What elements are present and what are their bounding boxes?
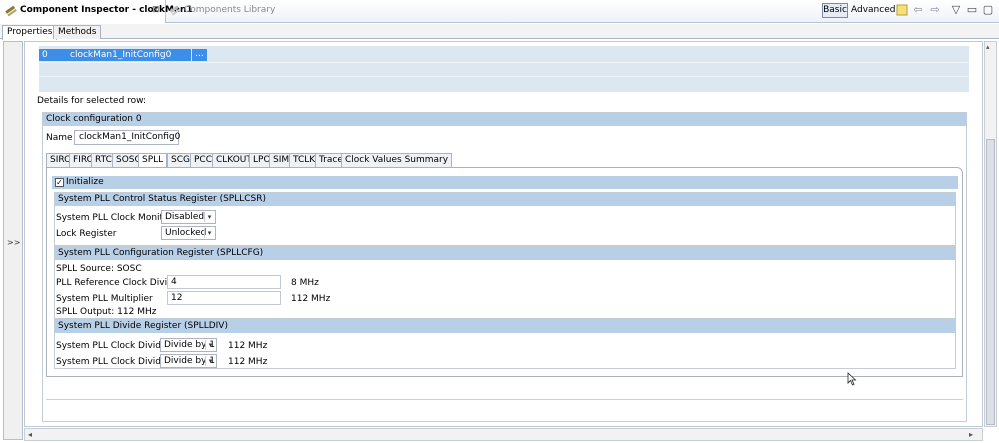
scroll-left-icon[interactable]: ◂ [28, 429, 32, 440]
ref-divider-label: PLL Reference Clock Divider [56, 278, 183, 288]
details-label: Details for selected row: [37, 96, 147, 106]
tab-spll[interactable]: SPLL [138, 153, 168, 168]
table-row[interactable]: 0 clockMan1_InitConfig0 [39, 49, 191, 61]
tab-clock-values-summary[interactable]: Clock Values Summary [341, 153, 453, 167]
expand-panel-icon[interactable]: >> [7, 238, 20, 247]
basic-button[interactable]: Basic [822, 3, 848, 18]
mouse-cursor-icon [847, 372, 857, 386]
spll-source-text: SPLL Source: SOSC [56, 264, 142, 274]
tab-properties[interactable]: Properties [2, 25, 58, 40]
spllcfg-title: System PLL Configuration Register (SPLLC… [55, 247, 955, 260]
minimize-icon[interactable]: ▭ [966, 4, 978, 16]
ref-divider-input[interactable]: 4 [167, 275, 281, 289]
clock-monitor-label: System PLL Clock Monitor [56, 213, 173, 223]
panel-divider [46, 399, 963, 400]
maximize-icon[interactable]: ▢ [982, 4, 994, 16]
spllcsr-group: System PLL Control Status Register (SPLL… [54, 192, 956, 246]
scroll-right-icon[interactable]: ▸ [969, 429, 973, 440]
spllcfg-group: System PLL Configuration Register (SPLLC… [54, 246, 956, 319]
chevron-down-icon: ▾ [204, 212, 214, 222]
chevron-down-icon: ▾ [204, 228, 214, 238]
component-inspector-tab[interactable]: Component Inspector - clockMan1 ⊠ [0, 0, 193, 23]
chevron-down-icon: ▾ [205, 340, 215, 350]
clock-divide-2-select[interactable]: Divide by 1 ▾ [160, 354, 217, 368]
clock-divide-1-frequency: 112 MHz [228, 341, 268, 351]
horizontal-scrollbar[interactable]: ◂ ▸ [24, 428, 983, 441]
row-name: clockMan1_InitConfig0 [70, 50, 172, 60]
library-tab-label: Components Library [184, 5, 276, 15]
spll-output-text: SPLL Output: 112 MHz [56, 307, 157, 317]
new-note-icon[interactable] [896, 4, 908, 16]
forward-icon[interactable]: ⇨ [929, 4, 941, 16]
clock-config-group: Clock configuration 0 Name clockMan1_Ini… [42, 112, 967, 422]
initialize-label: Initialize [66, 177, 104, 187]
clock-divide-2-frequency: 112 MHz [228, 357, 268, 367]
vertical-scrollbar[interactable]: ▴ [984, 41, 997, 427]
clock-monitor-value: Disabled [165, 212, 205, 222]
scrollbar-thumb[interactable] [986, 139, 995, 425]
clock-divide-1-select[interactable]: Divide by 1 ▾ [160, 338, 217, 352]
chevron-down-icon: ▾ [205, 356, 215, 366]
splldiv-group: System PLL Divide Register (SPLLDIV) Sys… [54, 319, 956, 369]
clock-monitor-select[interactable]: Disabled ▾ [161, 210, 216, 224]
row-edit-button[interactable]: ... [192, 49, 207, 61]
spllcsr-title: System PLL Control Status Register (SPLL… [55, 193, 955, 206]
table-row-divider [39, 76, 969, 77]
lock-register-select[interactable]: Unlocked ▾ [161, 226, 216, 240]
back-icon[interactable]: ⇦ [912, 4, 924, 16]
properties-content: 0 clockMan1_InitConfig0 ... Details for … [24, 41, 983, 427]
library-icon [170, 5, 181, 16]
multiplier-label: System PLL Multiplier [56, 294, 153, 304]
view-header: Component Inspector - clockMan1 ⊠ Compon… [0, 0, 999, 23]
spll-tab-panel: ✓ Initialize System PLL Control Status R… [46, 167, 963, 377]
ref-divider-frequency: 8 MHz [291, 278, 319, 288]
multiplier-frequency: 112 MHz [291, 294, 331, 304]
group-title: Clock configuration 0 [43, 113, 966, 126]
clock-divide-2-label: System PLL Clock Divide 2 [56, 357, 176, 367]
row-index: 0 [42, 50, 48, 60]
initialize-bar: ✓ Initialize [52, 176, 958, 189]
collapsed-side-panel[interactable]: >> [3, 41, 23, 440]
multiplier-input[interactable]: 12 [167, 291, 281, 305]
table-row-divider [39, 62, 969, 63]
name-label: Name [46, 133, 73, 143]
components-library-tab[interactable]: Components Library [170, 0, 275, 23]
inspector-icon [5, 5, 17, 17]
close-icon[interactable]: ⊠ [152, 5, 160, 15]
splldiv-title: System PLL Divide Register (SPLLDIV) [55, 320, 955, 333]
lock-register-value: Unlocked [165, 228, 207, 238]
config-table: 0 clockMan1_InitConfig0 ... [39, 46, 969, 92]
inspector-subtabs: Properties Methods [0, 24, 999, 40]
lock-register-label: Lock Register [56, 229, 117, 239]
view-menu-icon[interactable]: ▽ [950, 4, 962, 16]
advanced-button[interactable]: Advanced [851, 4, 895, 17]
view-title: Component Inspector - clockMan1 [20, 5, 193, 15]
name-input[interactable]: clockMan1_InitConfig0 [74, 130, 180, 145]
initialize-checkbox[interactable]: ✓ [55, 178, 64, 187]
tab-methods[interactable]: Methods [53, 25, 102, 39]
scroll-up-icon[interactable]: ▴ [986, 43, 990, 51]
clock-divide-1-label: System PLL Clock Divide 1 [56, 341, 176, 351]
